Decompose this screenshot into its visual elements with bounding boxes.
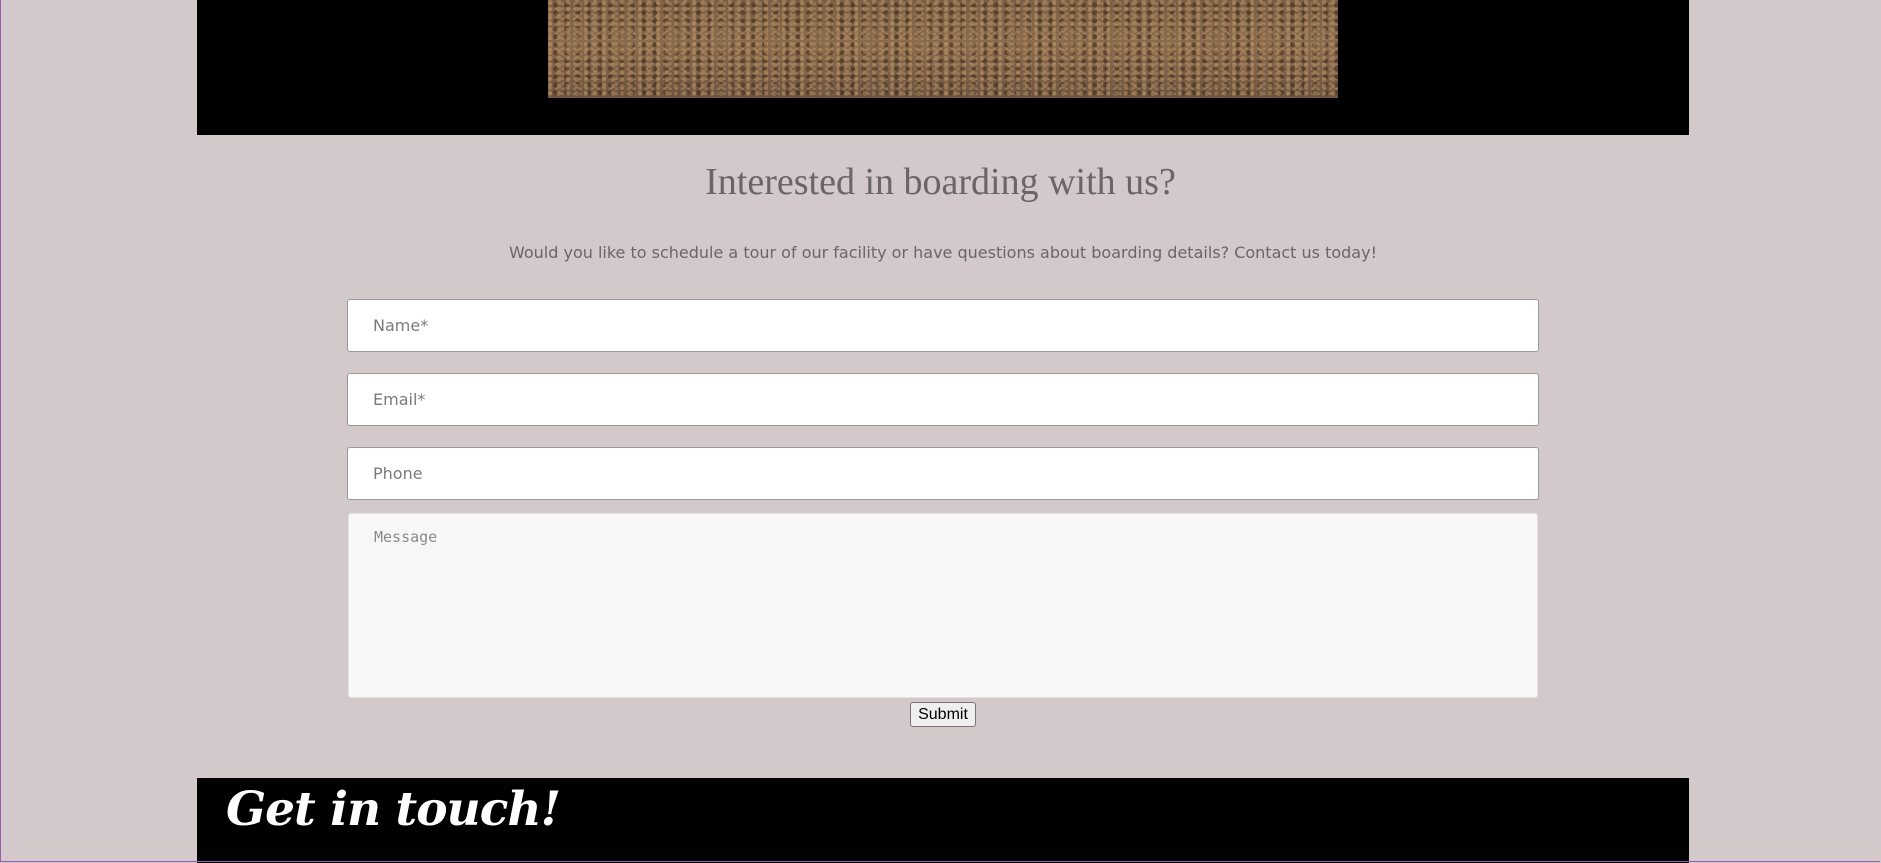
email-input[interactable] (347, 373, 1539, 426)
name-input[interactable] (347, 299, 1539, 352)
contact-subtitle: Would you like to schedule a tour of our… (508, 243, 1377, 262)
hero-banner (197, 0, 1689, 135)
message-textarea[interactable] (348, 513, 1538, 698)
contact-heading: Interested in boarding with us? (705, 161, 1176, 203)
phone-input[interactable] (347, 447, 1539, 500)
hero-image (548, 0, 1338, 98)
footer-band: Get in touch! (197, 778, 1689, 863)
submit-button[interactable]: Submit (910, 702, 976, 727)
footer-heading: Get in touch! (226, 782, 561, 837)
